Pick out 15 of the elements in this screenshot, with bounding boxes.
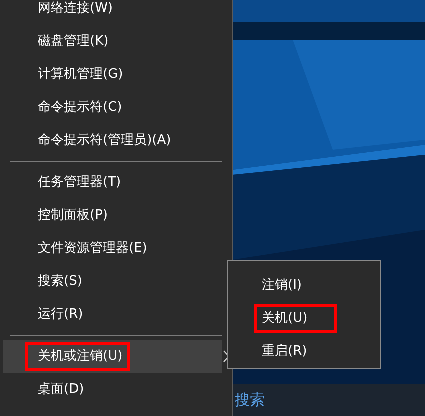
menu-item[interactable]: 文件资源管理器(E): [3, 232, 222, 265]
menu-item[interactable]: 关机(U): [228, 302, 380, 335]
search-text[interactable]: 搜索: [235, 388, 265, 412]
menu-item[interactable]: 搜索(S): [3, 265, 222, 298]
menu-item[interactable]: 注销(I): [228, 269, 380, 302]
menu-item[interactable]: 重启(R): [228, 335, 380, 368]
menu-item[interactable]: 命令提示符(管理员)(A): [3, 124, 222, 157]
menu-item[interactable]: 桌面(D): [3, 373, 222, 406]
menu-item[interactable]: 控制面板(P): [3, 199, 222, 232]
menu-item[interactable]: 运行(R): [3, 298, 222, 331]
menu-item[interactable]: 网络连接(W): [3, 0, 222, 25]
menu-item[interactable]: 磁盘管理(K): [3, 25, 222, 58]
menu-item[interactable]: 命令提示符(C): [3, 91, 222, 124]
menu-item[interactable]: 计算机管理(G): [3, 58, 222, 91]
menu-item[interactable]: 任务管理器(T): [3, 166, 222, 199]
